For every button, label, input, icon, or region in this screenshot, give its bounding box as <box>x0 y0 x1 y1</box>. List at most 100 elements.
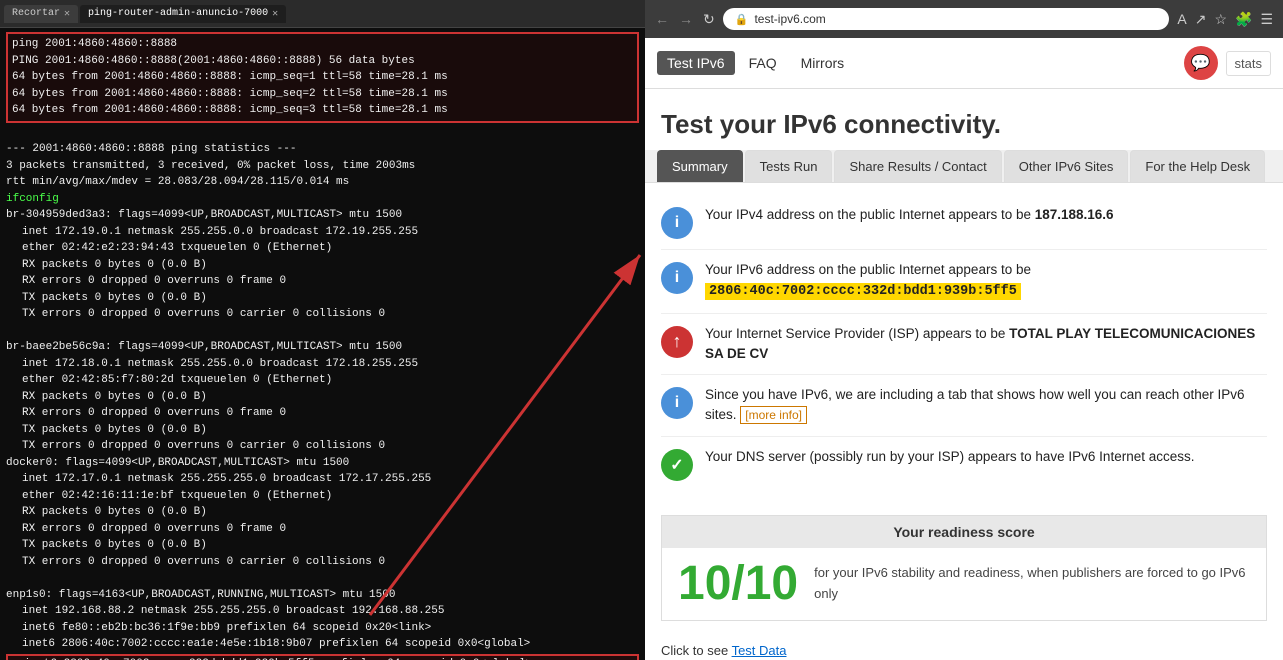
terminal-line: 64 bytes from 2001:4860:4860::8888: icmp… <box>12 102 633 119</box>
info-text-isp: Your Internet Service Provider (ISP) app… <box>705 324 1267 365</box>
tab-tests-run[interactable]: Tests Run <box>745 150 833 182</box>
terminal-line: RX packets 0 bytes 0 (0.0 B) <box>6 389 639 406</box>
url-text: test-ipv6.com <box>754 12 825 26</box>
terminal-tabs: Recortar ✕ ping-router-admin-anuncio-700… <box>0 0 645 28</box>
ipv4-value: 187.188.16.6 <box>1035 207 1114 222</box>
lock-icon: 🔒 <box>735 13 749 26</box>
tab-help-desk[interactable]: For the Help Desk <box>1130 150 1265 182</box>
terminal-line: TX packets 0 bytes 0 (0.0 B) <box>6 422 639 439</box>
score-number: 10/10 <box>678 560 798 608</box>
terminal-line: TX errors 0 dropped 0 overruns 0 carrier… <box>6 306 639 323</box>
tab-share-results[interactable]: Share Results / Contact <box>834 150 1001 182</box>
info-icon-ipv6: i <box>661 262 693 294</box>
terminal-line: TX errors 0 dropped 0 overruns 0 carrier… <box>6 554 639 571</box>
info-card-ipv6: i Your IPv6 address on the public Intern… <box>661 250 1267 314</box>
reload-button[interactable]: ↻ <box>701 11 717 28</box>
terminal-output: ping 2001:4860:4860::8888 PING 2001:4860… <box>0 28 645 660</box>
terminal-line: RX errors 0 dropped 0 overruns 0 frame 0 <box>6 405 639 422</box>
bookmark-icon[interactable]: ☆ <box>1212 9 1229 30</box>
terminal-line: 64 bytes from 2001:4860:4860::8888: icmp… <box>12 86 633 103</box>
info-icon-ipv4: i <box>661 207 693 239</box>
terminal-line: ether 02:42:e2:23:94:43 txqueuelen 0 (Et… <box>6 240 639 257</box>
stats-button[interactable]: stats <box>1226 51 1271 76</box>
tab-label-2: ping-router-admin-anuncio-7000 <box>88 8 268 19</box>
menu-icon[interactable]: ☰ <box>1258 9 1275 30</box>
info-icon-tab: i <box>661 387 693 419</box>
info-card-ipv4: i Your IPv4 address on the public Intern… <box>661 195 1267 250</box>
terminal-line: ether 02:42:16:11:1e:bf txqueuelen 0 (Et… <box>6 488 639 505</box>
browser-chrome: ← → ↻ 🔒 test-ipv6.com A ↗ ☆ 🧩 ☰ <box>645 0 1283 38</box>
chat-icon-button[interactable]: 💬 <box>1184 46 1218 80</box>
translate-icon[interactable]: A <box>1175 9 1188 29</box>
info-text-tab: Since you have IPv6, we are including a … <box>705 385 1267 426</box>
terminal-line: inet6 fe80::eb2b:bc36:1f9e:bb9 prefixlen… <box>6 620 639 637</box>
terminal-line: inet 172.18.0.1 netmask 255.255.0.0 broa… <box>6 356 639 373</box>
info-text-ipv4: Your IPv4 address on the public Internet… <box>705 205 1114 225</box>
nav-link-mirrors[interactable]: Mirrors <box>791 51 855 75</box>
site-nav: Test IPv6 FAQ Mirrors 💬 stats <box>645 38 1283 89</box>
tabs-bar: Summary Tests Run Share Results / Contac… <box>645 150 1283 183</box>
nav-link-test-ipv6[interactable]: Test IPv6 <box>657 51 735 75</box>
terminal-line <box>6 570 639 587</box>
terminal-line <box>6 125 639 142</box>
terminal-line: TX errors 0 dropped 0 overruns 0 carrier… <box>6 438 639 455</box>
terminal-line: 64 bytes from 2001:4860:4860::8888: icmp… <box>12 69 633 86</box>
info-section: i Your IPv4 address on the public Intern… <box>645 183 1283 503</box>
info-card-isp: ↑ Your Internet Service Provider (ISP) a… <box>661 314 1267 376</box>
url-bar[interactable]: 🔒 test-ipv6.com <box>723 8 1170 30</box>
terminal-panel: Recortar ✕ ping-router-admin-anuncio-700… <box>0 0 645 660</box>
terminal-tab-1[interactable]: Recortar ✕ <box>4 5 78 23</box>
close-icon-2[interactable]: ✕ <box>272 8 278 20</box>
terminal-line: ping 2001:4860:4860::8888 <box>12 36 633 53</box>
site-nav-links: Test IPv6 FAQ Mirrors <box>657 51 854 75</box>
terminal-highlighted-line: inet6 2806:40c:7002:cccc:332d:bdd1:939b:… <box>6 654 639 660</box>
page-content: Test IPv6 FAQ Mirrors 💬 stats Test your … <box>645 38 1283 660</box>
info-text-ipv6: Your IPv6 address on the public Internet… <box>705 260 1031 303</box>
terminal-line: br-304959ded3a3: flags=4099<UP,BROADCAST… <box>6 207 639 224</box>
terminal-line: TX packets 0 bytes 0 (0.0 B) <box>6 290 639 307</box>
terminal-line: TX packets 0 bytes 0 (0.0 B) <box>6 537 639 554</box>
terminal-line: inet 172.19.0.1 netmask 255.255.0.0 broa… <box>6 224 639 241</box>
score-section: Your readiness score 10/10 for your IPv6… <box>661 515 1267 621</box>
terminal-line: br-baee2be56c9a: flags=4099<UP,BROADCAST… <box>6 339 639 356</box>
close-icon[interactable]: ✕ <box>64 8 70 20</box>
info-icon-isp: ↑ <box>661 326 693 358</box>
share-icon[interactable]: ↗ <box>1193 9 1209 30</box>
tab-label-1: Recortar <box>12 8 60 19</box>
more-info-link[interactable]: [more info] <box>740 406 807 424</box>
browser-panel: ← → ↻ 🔒 test-ipv6.com A ↗ ☆ 🧩 ☰ Test IPv… <box>645 0 1283 660</box>
terminal-tab-2[interactable]: ping-router-admin-anuncio-7000 ✕ <box>80 5 286 23</box>
terminal-line: 3 packets transmitted, 3 received, 0% pa… <box>6 158 639 175</box>
back-button[interactable]: ← <box>653 11 671 27</box>
score-description: for your IPv6 stability and readiness, w… <box>814 563 1250 605</box>
terminal-line: inet6 2806:40c:7002:cccc:ea1e:4e5e:1b18:… <box>6 636 639 653</box>
info-icon-dns: ✓ <box>661 449 693 481</box>
page-title: Test your IPv6 connectivity. <box>645 89 1283 150</box>
terminal-line: RX errors 0 dropped 0 overruns 0 frame 0 <box>6 521 639 538</box>
info-card-tab-info: i Since you have IPv6, we are including … <box>661 375 1267 437</box>
terminal-line <box>6 323 639 340</box>
terminal-line: inet 192.168.88.2 netmask 255.255.255.0 … <box>6 603 639 620</box>
terminal-line: enp1s0: flags=4163<UP,BROADCAST,RUNNING,… <box>6 587 639 604</box>
score-header: Your readiness score <box>662 516 1266 548</box>
terminal-line: ether 02:42:85:f7:80:2d txqueuelen 0 (Et… <box>6 372 639 389</box>
terminal-line: ifconfig <box>6 191 639 208</box>
forward-button[interactable]: → <box>677 11 695 27</box>
terminal-line: RX errors 0 dropped 0 overruns 0 frame 0 <box>6 273 639 290</box>
extensions-icon[interactable]: 🧩 <box>1233 9 1254 30</box>
test-data-link[interactable]: Test Data <box>732 643 787 658</box>
tab-summary[interactable]: Summary <box>657 150 743 182</box>
score-body: 10/10 for your IPv6 stability and readin… <box>662 548 1266 620</box>
isp-value: TOTAL PLAY TELECOMUNICACIONES SA DE CV <box>705 326 1255 361</box>
terminal-line: RX packets 0 bytes 0 (0.0 B) <box>6 257 639 274</box>
ipv6-highlight: 2806:40c:7002:cccc:332d:bdd1:939b:5ff5 <box>705 283 1021 300</box>
tab-other-ipv6[interactable]: Other IPv6 Sites <box>1004 150 1129 182</box>
terminal-line: RX packets 0 bytes 0 (0.0 B) <box>6 504 639 521</box>
test-data-label: Click to see <box>661 643 732 658</box>
info-card-dns: ✓ Your DNS server (possibly run by your … <box>661 437 1267 491</box>
nav-link-faq[interactable]: FAQ <box>739 51 787 75</box>
terminal-line: inet 172.17.0.1 netmask 255.255.255.0 br… <box>6 471 639 488</box>
terminal-line: PING 2001:4860:4860::8888(2001:4860:4860… <box>12 53 633 70</box>
info-text-dns: Your DNS server (possibly run by your IS… <box>705 447 1194 467</box>
browser-toolbar-icons: A ↗ ☆ 🧩 ☰ <box>1175 9 1275 30</box>
